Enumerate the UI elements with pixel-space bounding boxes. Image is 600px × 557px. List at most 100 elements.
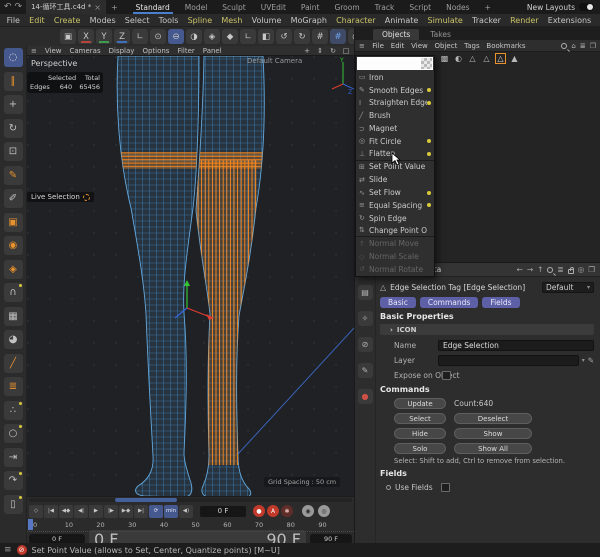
keying-settings-button[interactable]: ✱ [281, 505, 293, 517]
prev-frame-button[interactable]: ◀| [74, 505, 88, 518]
extrude-cube-tool[interactable]: ◈ [4, 260, 23, 279]
toolbar-icon[interactable]: ∟ [132, 29, 148, 44]
lock-icon[interactable] [568, 269, 574, 274]
context-menu-item[interactable]: ✎ Smooth Edges [356, 84, 434, 97]
context-menu-item[interactable]: ∿ Set Flow [356, 186, 434, 199]
menu-item[interactable]: Create [49, 16, 85, 25]
context-menu-item[interactable]: ⊃ Magnet [356, 122, 434, 135]
prev-key-button[interactable]: ◀◆ [59, 505, 73, 518]
loop-button[interactable]: ⟳ [149, 505, 163, 518]
parameter-key-toggle[interactable]: ◎ [318, 505, 330, 517]
toolbar-icon[interactable]: Y [96, 29, 112, 44]
menu-item[interactable]: Tools [154, 16, 183, 25]
next-frame-button[interactable]: |▶ [104, 505, 118, 518]
viewport-menu-item[interactable]: Options [138, 47, 173, 55]
new-layouts-toggle[interactable] [579, 3, 594, 11]
play-button[interactable]: ▶ [89, 505, 103, 518]
menu-item[interactable]: File [2, 16, 25, 25]
context-menu-item[interactable]: ▭ Iron [356, 71, 434, 84]
close-tab-icon[interactable]: × [94, 3, 101, 12]
mirror-tool[interactable]: ⇥ [4, 448, 23, 467]
layout-tab[interactable]: + [478, 2, 498, 13]
chevron-down-icon[interactable]: ▾ [582, 357, 585, 364]
toolbar-icon[interactable]: ∟ [240, 29, 256, 44]
context-menu-item[interactable]: ◇ Normal Scale [356, 250, 434, 263]
layer-field[interactable] [438, 355, 579, 366]
objects-panel-tab[interactable]: Takes [421, 29, 460, 40]
pan-icon[interactable]: + [302, 47, 312, 55]
toolbar-icon[interactable]: ◑ [186, 29, 202, 44]
orbit-icon[interactable]: ↻ [328, 47, 338, 55]
viewport-menu-item[interactable]: Cameras [66, 47, 105, 55]
layout-tab[interactable]: Nodes [439, 2, 476, 13]
viewport-menu-item[interactable]: Panel [199, 47, 226, 55]
light-icon[interactable]: ✧ [358, 311, 373, 326]
toolbar-icon[interactable]: ◧ [258, 29, 274, 44]
toolbar-icon[interactable]: ▣ [60, 29, 76, 44]
menu-item[interactable]: Volume [247, 16, 286, 25]
triangle-outline-1-icon[interactable]: △ [467, 54, 478, 63]
pen-icon[interactable]: ✎ [588, 356, 594, 365]
objects-menu-item[interactable]: File [369, 42, 388, 50]
context-menu-item[interactable]: ╱ Brush [356, 109, 434, 122]
layout-tab[interactable]: Script [402, 2, 438, 13]
context-menu-item[interactable]: I Straighten Edges [356, 97, 434, 110]
toolbar-icon[interactable]: ◆ [222, 29, 238, 44]
toolbar-icon[interactable]: ⊙ [150, 29, 166, 44]
context-menu-header[interactable] [357, 57, 433, 70]
search-icon[interactable] [561, 43, 567, 49]
hide-button[interactable]: Hide [394, 428, 446, 439]
viewport[interactable]: Y Z Perspective Default Camera Selected … [27, 56, 354, 496]
airbrush-tool[interactable]: ∴ [4, 401, 23, 420]
context-menu-item[interactable]: ⇄ Slide [356, 173, 434, 186]
menu-item[interactable]: Mesh [217, 16, 247, 25]
turn-edge-tool[interactable]: ↷ [4, 471, 23, 490]
objects-panel-tab[interactable]: Objects [373, 29, 419, 40]
autokey-button[interactable]: A [267, 505, 279, 517]
timeline-ruler[interactable]: 0102030405060708090 [27, 519, 354, 532]
knife-tool[interactable]: ╱ [4, 354, 23, 373]
context-menu-item[interactable]: ⇅ Change Point Order [356, 225, 434, 238]
objects-menu-item[interactable]: Object [431, 42, 461, 50]
menu-item[interactable]: Edit [25, 16, 50, 25]
layout-tab[interactable]: Standard [129, 2, 177, 13]
objects-menu-item[interactable]: View [408, 42, 431, 50]
toolbar-icon[interactable]: ⊖ [168, 29, 184, 44]
toolbar-icon[interactable]: Z [114, 29, 130, 44]
bridge-tool[interactable]: ∩ [4, 283, 23, 302]
up-icon[interactable]: ↑ [537, 265, 543, 274]
forward-icon[interactable]: → [527, 265, 533, 274]
context-menu-item[interactable]: ↻ Spin Edge [356, 212, 434, 225]
viewport-label[interactable]: Perspective [31, 59, 77, 68]
expand-icon[interactable]: ❐ [590, 42, 596, 50]
toolbar-icon[interactable]: X [78, 29, 94, 44]
context-menu-item[interactable]: ↑ Normal Move [356, 237, 434, 250]
rotate-tool[interactable]: ↻ [4, 119, 23, 138]
icon-group-row[interactable]: › ICON [380, 324, 594, 335]
attribute-tab[interactable]: Basic [380, 297, 416, 308]
menu-item[interactable]: Window [596, 16, 600, 25]
sculpt-tool[interactable]: ◕ [4, 330, 23, 349]
solo-button[interactable]: Solo [394, 443, 446, 454]
preview-range-segment[interactable] [115, 498, 177, 502]
keyframe-button[interactable]: ◇ [29, 505, 43, 518]
next-key-button[interactable]: ▶◆ [119, 505, 133, 518]
menu-item[interactable]: Modes [85, 16, 120, 25]
position-key-toggle[interactable]: ◉ [302, 505, 314, 517]
objects-menu-item[interactable]: Tags [461, 42, 483, 50]
camera-label[interactable]: Default Camera [247, 57, 302, 65]
cage-deform-tool[interactable]: ▦ [4, 307, 23, 326]
expand-icon[interactable]: ❐ [588, 265, 595, 274]
select-button[interactable]: Select [394, 413, 446, 424]
layer-stack-tool[interactable]: ≣ [4, 377, 23, 396]
film-icon[interactable]: ▤ [358, 285, 373, 300]
preset-dropdown[interactable]: Default▾ [542, 282, 594, 293]
layout-tab[interactable]: Track [368, 2, 402, 13]
context-menu-item[interactable]: ↺ Normal Rotate [356, 263, 434, 276]
status-menu-icon[interactable]: ≡ [4, 545, 12, 555]
menu-item[interactable]: MoGraph [286, 16, 332, 25]
goto-end-button[interactable]: ▶| [134, 505, 148, 518]
context-menu-item[interactable]: ◎ Fit Circle [356, 135, 434, 148]
playhead[interactable] [28, 519, 33, 530]
point-pen-tool[interactable]: ✎ [4, 166, 23, 185]
